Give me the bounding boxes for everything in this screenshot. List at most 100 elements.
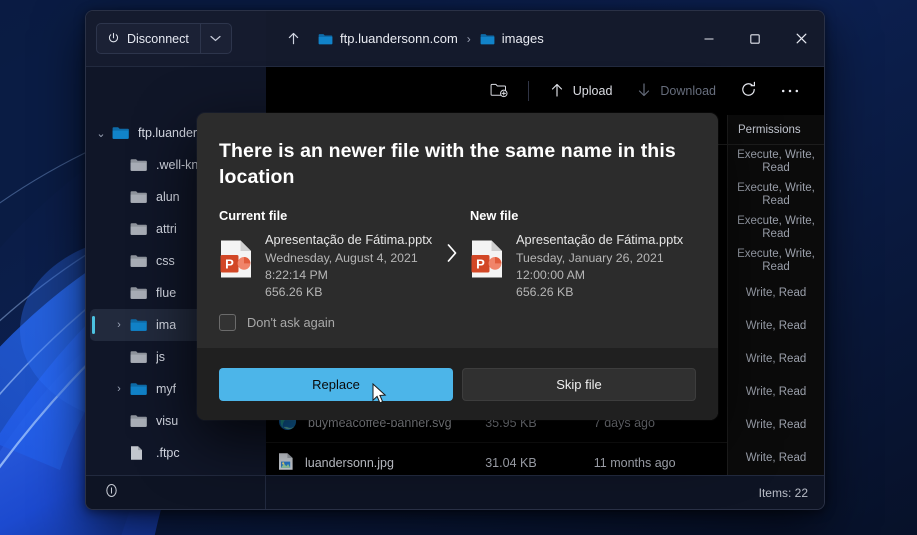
window-titlebar: ftp.luandersonn.com › images: [266, 11, 824, 67]
folder-icon: [130, 350, 147, 364]
current-file-time: 8:22:14 PM: [265, 268, 328, 282]
file-name-cell: luandersonn.jpg: [278, 452, 485, 474]
toolbar-row: Upload Download: [86, 67, 824, 115]
new-file-meta: Apresentação de Fátima.pptx Tuesday, Jan…: [516, 232, 683, 301]
folder-icon: [130, 382, 147, 396]
powerpoint-file-icon: P: [470, 239, 504, 279]
refresh-button[interactable]: [729, 75, 768, 107]
permissions-cell: Write, Read: [745, 419, 807, 431]
disconnect-button[interactable]: Disconnect: [97, 24, 201, 53]
folder-icon: [130, 286, 147, 300]
new-file-time: 12:00:00 AM: [516, 268, 586, 282]
refresh-icon: [740, 81, 757, 101]
dont-ask-again-label: Don't ask again: [247, 315, 335, 330]
chevron-down-icon[interactable]: ⌄: [90, 127, 112, 140]
folder-icon: [130, 254, 147, 268]
chevron-down-icon[interactable]: [201, 24, 231, 53]
dialog-footer: Replace Skip file: [197, 348, 718, 420]
upload-button[interactable]: Upload: [538, 75, 624, 107]
close-button[interactable]: [778, 11, 824, 66]
replace-button[interactable]: Replace: [219, 367, 453, 401]
new-folder-icon: [490, 82, 508, 101]
new-file-column: New file P Apresentação de Fátima.pptx T…: [470, 208, 685, 301]
info-icon[interactable]: [104, 483, 119, 503]
tree-item-label: visu: [156, 414, 179, 428]
folder-icon: [130, 158, 147, 172]
current-file-date: Wednesday, August 4, 2021: [265, 251, 418, 265]
tree-item-label: js: [156, 350, 166, 364]
download-button[interactable]: Download: [625, 75, 727, 107]
folder-icon: [130, 190, 147, 204]
chevron-right-icon[interactable]: ›: [108, 383, 130, 395]
current-file-name: Apresentação de Fátima.pptx: [265, 232, 433, 247]
breadcrumb-separator: ›: [466, 31, 471, 46]
new-file-date: Tuesday, January 26, 2021: [516, 251, 664, 265]
powerpoint-file-icon: P: [219, 239, 253, 279]
skip-file-button[interactable]: Skip file: [461, 367, 696, 401]
more-options-icon[interactable]: [770, 75, 810, 107]
sidebar-header: Disconnect: [86, 11, 266, 67]
table-row[interactable]: luandersonn.jpg 31.04 KB 11 months ago: [266, 443, 727, 475]
breadcrumb-item-0[interactable]: ftp.luandersonn.com: [340, 31, 458, 46]
new-folder-button[interactable]: [479, 75, 519, 107]
file-conflict-dialog: There is an newer file with the same nam…: [197, 113, 718, 420]
permissions-cell: Write, Read: [745, 287, 807, 299]
sidebar-toolbar-spacer: [86, 67, 266, 115]
toolbar-divider: [527, 81, 529, 101]
tree-item-label: .ftpc: [156, 446, 180, 460]
folder-icon: [130, 222, 147, 236]
tree-item-label: flue: [156, 286, 177, 300]
file-icon: [130, 445, 147, 461]
upload-label: Upload: [572, 84, 613, 98]
folder-icon: [112, 126, 129, 140]
file-modified-cell: 11 months ago: [593, 455, 676, 470]
new-file-name: Apresentação de Fátima.pptx: [516, 232, 684, 247]
tree-item-label: alun: [156, 190, 180, 204]
tree-item-ftpconfig[interactable]: .ftpc: [90, 437, 262, 469]
up-arrow-icon[interactable]: [278, 24, 308, 54]
permissions-cell: Execute, Write, Read: [737, 148, 815, 174]
tree-item-label: ima: [156, 318, 177, 332]
minimize-button[interactable]: [686, 11, 732, 66]
file-name-label: luandersonn.jpg: [305, 455, 394, 470]
breadcrumb-folder-icon-1: [480, 33, 495, 45]
tree-item-htaccess[interactable]: .htaccess: [90, 469, 262, 475]
permissions-cell: Execute, Write, Read: [737, 214, 815, 240]
status-bar-right: Items: 22: [266, 486, 824, 500]
permissions-cell: Execute, Write, Read: [737, 247, 815, 273]
current-file-meta: Apresentação de Fátima.pptx Wednesday, A…: [265, 232, 432, 301]
disconnect-split-button[interactable]: Disconnect: [96, 23, 232, 54]
chevron-right-icon[interactable]: ›: [108, 319, 130, 331]
permissions-panel: Permissions Execute, Write, Read Execute…: [727, 115, 824, 475]
column-header-permissions[interactable]: Permissions: [728, 115, 824, 145]
new-file-size: 656.26 KB: [516, 285, 574, 299]
svg-text:P: P: [225, 256, 234, 271]
maximize-button[interactable]: [732, 11, 778, 66]
new-file-block: P Apresentação de Fátima.pptx Tuesday, J…: [470, 232, 685, 301]
current-file-column: Current file P Apresentação de Fátima.pp…: [219, 208, 434, 301]
dont-ask-again-row[interactable]: Don't ask again: [219, 314, 696, 331]
dialog-content: There is an newer file with the same nam…: [197, 113, 718, 348]
upload-arrow-icon: [549, 82, 565, 101]
permissions-cell: Write, Read: [745, 320, 807, 332]
window-top-row: Disconnect ftp.luandersonn.com › images: [86, 11, 824, 67]
tree-item-label: css: [156, 254, 175, 268]
new-file-heading: New file: [470, 208, 519, 223]
power-icon: [107, 32, 120, 45]
image-file-icon: [278, 452, 294, 474]
svg-text:P: P: [476, 256, 485, 271]
status-bar: Items: 22: [86, 475, 824, 509]
download-label: Download: [660, 84, 716, 98]
folder-icon: [130, 414, 147, 428]
disconnect-label: Disconnect: [127, 31, 189, 46]
current-file-size: 656.26 KB: [265, 285, 323, 299]
breadcrumb-item-1[interactable]: images: [502, 31, 544, 46]
permissions-cell: Write, Read: [745, 353, 807, 365]
items-count-label: Items: 22: [758, 485, 808, 500]
dont-ask-again-checkbox[interactable]: [219, 314, 236, 331]
current-file-block: P Apresentação de Fátima.pptx Wednesday,…: [219, 232, 434, 301]
permissions-cell: Execute, Write, Read: [737, 181, 815, 207]
permissions-cell: Write, Read: [745, 386, 807, 398]
window-controls: [686, 11, 824, 66]
dialog-title: There is an newer file with the same nam…: [219, 140, 676, 188]
